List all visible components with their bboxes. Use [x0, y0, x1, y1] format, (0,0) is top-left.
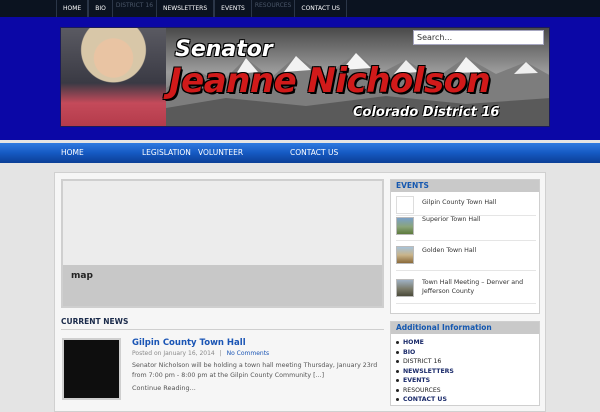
event-title[interactable]: Golden Town Hall — [422, 246, 532, 255]
main-navigation: HOME LEGISLATION VOLUNTEER CONTACT US — [0, 143, 600, 163]
news-post-excerpt: Senator Nicholson will be holding a town… — [132, 362, 378, 379]
info-link-home[interactable]: HOME — [396, 338, 539, 348]
info-link-events[interactable]: EVENTS — [396, 376, 539, 386]
mainnav-home[interactable]: HOME — [61, 143, 84, 163]
news-meta-separator: | — [219, 350, 222, 357]
search-input[interactable]: Search... — [413, 30, 544, 45]
info-link-resources[interactable]: RESOURCES — [396, 386, 539, 396]
top-navigation: HOME BIO DISTRICT 16 NEWSLETTERS EVENTS … — [56, 0, 347, 17]
additional-info-widget: Additional Information HOME BIO DISTRICT… — [390, 321, 540, 406]
map-panel[interactable]: map — [61, 179, 384, 308]
additional-info-heading: Additional Information — [391, 322, 539, 334]
header-subtitle: Colorado District 16 — [353, 105, 500, 120]
event-thumbnail — [396, 196, 414, 214]
info-link-district-16[interactable]: DISTRICT 16 — [396, 357, 539, 367]
event-thumbnail — [396, 246, 414, 264]
topnav-resources[interactable]: RESOURCES — [252, 0, 295, 17]
header-title-name: Jeanne Nicholson — [169, 61, 491, 101]
mainnav-legislation[interactable]: LEGISLATION — [142, 143, 191, 163]
topnav-bio[interactable]: BIO — [88, 0, 113, 17]
header-title-senator: Senator — [175, 37, 273, 62]
news-divider — [61, 329, 384, 330]
senator-portrait — [61, 28, 166, 126]
topnav-contact-us[interactable]: CONTACT US — [294, 0, 347, 17]
news-thumbnail[interactable] — [62, 338, 121, 400]
map-label: map — [71, 271, 93, 281]
events-heading: EVENTS — [391, 180, 539, 192]
event-title[interactable]: Superior Town Hall — [422, 215, 532, 224]
event-title[interactable]: Gilpin County Town Hall — [422, 198, 532, 207]
info-link-bio[interactable]: BIO — [396, 348, 539, 358]
event-item[interactable]: Golden Town Hall — [396, 241, 536, 271]
topnav-district-16[interactable]: DISTRICT 16 — [113, 0, 156, 17]
event-item[interactable]: Superior Town Hall — [396, 213, 536, 241]
events-widget: EVENTS Gilpin County Town Hall Superior … — [390, 179, 540, 314]
event-title[interactable]: Town Hall Meeting – Denver and Jefferson… — [422, 278, 532, 296]
topnav-events[interactable]: EVENTS — [214, 0, 252, 17]
mainnav-contact-us[interactable]: CONTACT US — [290, 143, 338, 163]
topnav-home[interactable]: HOME — [56, 0, 89, 17]
news-post-date: Posted on January 16, 2014 — [132, 350, 215, 357]
map-canvas[interactable] — [63, 181, 382, 265]
event-thumbnail — [396, 217, 414, 235]
additional-info-list: HOME BIO DISTRICT 16 NEWSLETTERS EVENTS … — [391, 334, 539, 405]
map-caption-strip: map — [63, 265, 382, 306]
info-link-newsletters[interactable]: NEWSLETTERS — [396, 367, 539, 377]
event-thumbnail — [396, 279, 414, 297]
news-post-meta: Posted on January 16, 2014 | No Comments — [132, 350, 269, 357]
topnav-newsletters[interactable]: NEWSLETTERS — [156, 0, 215, 17]
news-comments-link[interactable]: No Comments — [227, 350, 270, 357]
news-post-title[interactable]: Gilpin County Town Hall — [132, 338, 246, 348]
event-item[interactable]: Town Hall Meeting – Denver and Jefferson… — [396, 272, 536, 304]
news-heading: CURRENT NEWS — [61, 317, 129, 326]
mainnav-volunteer[interactable]: VOLUNTEER — [198, 143, 243, 163]
continue-reading-link[interactable]: Continue Reading... — [132, 384, 196, 392]
